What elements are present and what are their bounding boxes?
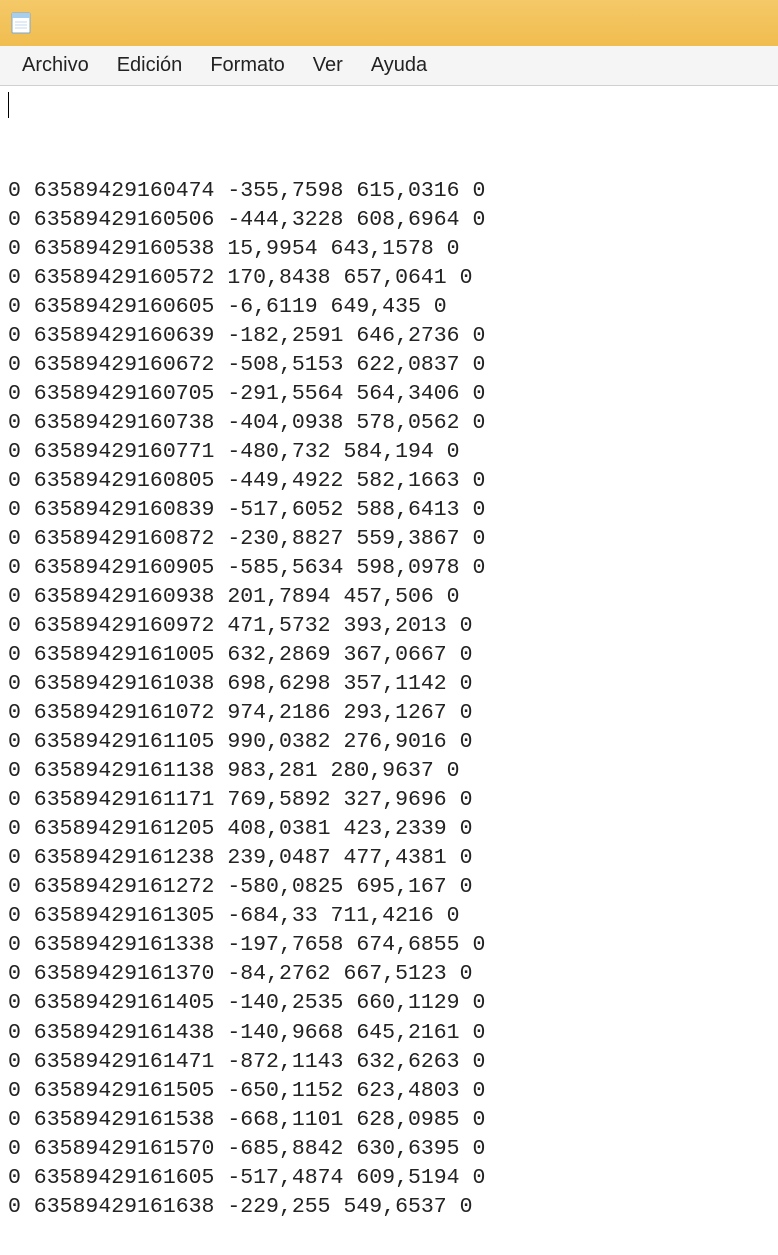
text-line: 0 63589429160938 201,7894 457,506 0	[8, 583, 770, 612]
menu-archivo[interactable]: Archivo	[8, 50, 103, 81]
text-line: 0 63589429160771 -480,732 584,194 0	[8, 438, 770, 467]
text-line: 0 63589429160506 -444,3228 608,6964 0	[8, 206, 770, 235]
text-line: 0 63589429161005 632,2869 367,0667 0	[8, 641, 770, 670]
menu-ayuda[interactable]: Ayuda	[357, 50, 441, 81]
text-line: 0 63589429160474 -355,7598 615,0316 0	[8, 177, 770, 206]
text-line: 0 63589429161205 408,0381 423,2339 0	[8, 815, 770, 844]
menubar: Archivo Edición Formato Ver Ayuda	[0, 46, 778, 86]
text-line: 0 63589429161538 -668,1101 628,0985 0	[8, 1106, 770, 1135]
text-line: 0 63589429160605 -6,6119 649,435 0	[8, 293, 770, 322]
text-line: 0 63589429160805 -449,4922 582,1663 0	[8, 467, 770, 496]
text-line: 0 63589429160705 -291,5564 564,3406 0	[8, 380, 770, 409]
text-line: 0 63589429160872 -230,8827 559,3867 0	[8, 525, 770, 554]
text-line: 0 63589429161305 -684,33 711,4216 0	[8, 902, 770, 931]
text-line: 0 63589429161138 983,281 280,9637 0	[8, 757, 770, 786]
text-line: 0 63589429160839 -517,6052 588,6413 0	[8, 496, 770, 525]
text-line: 0 63589429160572 170,8438 657,0641 0	[8, 264, 770, 293]
text-line: 0 63589429161105 990,0382 276,9016 0	[8, 728, 770, 757]
text-line: 0 63589429161370 -84,2762 667,5123 0	[8, 960, 770, 989]
menu-formato[interactable]: Formato	[196, 50, 298, 81]
text-line: 0 63589429160738 -404,0938 578,0562 0	[8, 409, 770, 438]
text-line: 0 63589429160538 15,9954 643,1578 0	[8, 235, 770, 264]
text-line: 0 63589429161272 -580,0825 695,167 0	[8, 873, 770, 902]
text-line: 0 63589429161338 -197,7658 674,6855 0	[8, 931, 770, 960]
text-line: 0 63589429160972 471,5732 393,2013 0	[8, 612, 770, 641]
text-line: 0 63589429161438 -140,9668 645,2161 0	[8, 1019, 770, 1048]
titlebar[interactable]	[0, 0, 778, 46]
text-area[interactable]: 0 63589429160474 -355,7598 615,0316 00 6…	[0, 86, 778, 1255]
text-cursor	[8, 92, 9, 118]
text-line: 0 63589429160672 -508,5153 622,0837 0	[8, 351, 770, 380]
menu-edicion[interactable]: Edición	[103, 50, 197, 81]
text-line: 0 63589429161471 -872,1143 632,6263 0	[8, 1048, 770, 1077]
text-line: 0 63589429160639 -182,2591 646,2736 0	[8, 322, 770, 351]
notepad-icon	[10, 12, 32, 34]
menu-ver[interactable]: Ver	[299, 50, 357, 81]
text-line: 0 63589429161638 -229,255 549,6537 0	[8, 1193, 770, 1222]
text-line: 0 63589429161405 -140,2535 660,1129 0	[8, 989, 770, 1018]
text-line: 0 63589429161605 -517,4874 609,5194 0	[8, 1164, 770, 1193]
text-line: 0 63589429161505 -650,1152 623,4803 0	[8, 1077, 770, 1106]
text-line: 0 63589429161570 -685,8842 630,6395 0	[8, 1135, 770, 1164]
text-line: 0 63589429161038 698,6298 357,1142 0	[8, 670, 770, 699]
text-line: 0 63589429161171 769,5892 327,9696 0	[8, 786, 770, 815]
text-line: 0 63589429161072 974,2186 293,1267 0	[8, 699, 770, 728]
text-line: 0 63589429160905 -585,5634 598,0978 0	[8, 554, 770, 583]
text-line: 0 63589429161238 239,0487 477,4381 0	[8, 844, 770, 873]
